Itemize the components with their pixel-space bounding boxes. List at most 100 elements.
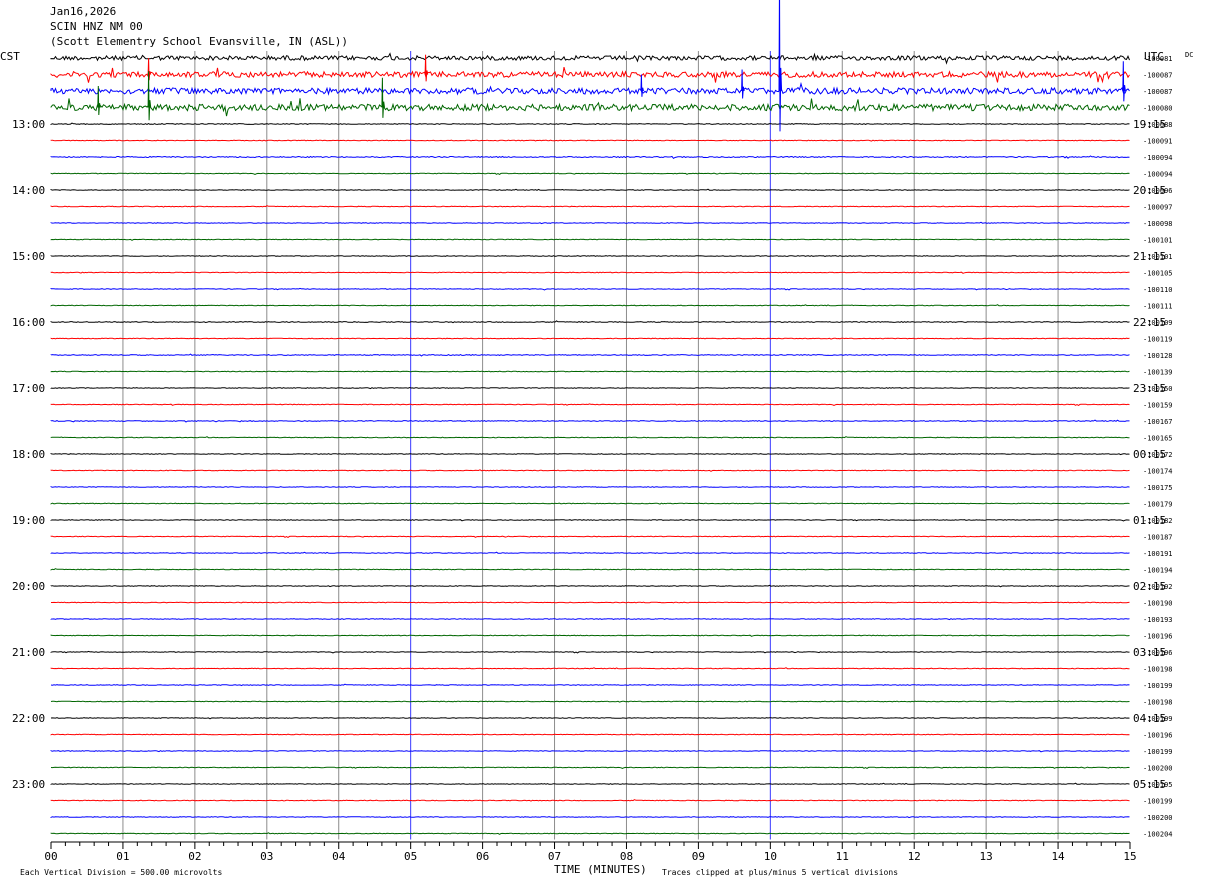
dc-offset-label: -100204 [1143, 831, 1173, 839]
left-hour-label: 23:00 [12, 778, 45, 791]
seismic-trace [50, 353, 1130, 357]
seismic-trace [50, 584, 1130, 588]
seismic-trace [50, 832, 1130, 835]
right-hour-label: 04:15 [1133, 712, 1166, 725]
x-tick-label: 03 [260, 850, 273, 863]
dc-offset-label: -100174 [1143, 468, 1173, 476]
left-hour-label: 19:00 [12, 514, 45, 527]
dc-offset-label: -100119 [1143, 336, 1173, 344]
dc-offset-label: -100198 [1143, 666, 1173, 674]
right-hour-label: 00:15 [1133, 448, 1166, 461]
left-timezone-label: CST [0, 50, 20, 63]
seismic-trace [50, 683, 1130, 687]
seismic-trace [50, 568, 1130, 571]
seismic-trace [50, 403, 1130, 406]
x-tick-label: 02 [188, 850, 201, 863]
seismic-trace [50, 155, 1130, 160]
dc-offset-label: -100094 [1143, 171, 1173, 179]
dc-offset-label: -100199 [1143, 748, 1173, 756]
dc-offset-label: -100081 [1143, 55, 1173, 63]
x-tick-label: 11 [836, 850, 849, 863]
event-spike [640, 74, 644, 97]
scale-note: Each Vertical Division = 500.00 microvol… [20, 868, 222, 877]
helicorder-plot: CST UTC DC TIME (MINUTES) Each Vertical … [0, 0, 1193, 877]
left-hour-label: 16:00 [12, 316, 45, 329]
x-axis-title: TIME (MINUTES) [554, 863, 647, 876]
dc-offset-label: -100165 [1143, 435, 1173, 443]
dc-offset-label: -100105 [1143, 270, 1173, 278]
seismic-trace [50, 304, 1130, 307]
seismic-trace [50, 816, 1130, 819]
dc-offset-label: -100200 [1143, 765, 1173, 773]
seismic-trace [50, 205, 1130, 208]
seismic-trace [50, 799, 1130, 802]
x-tick-label: 06 [476, 850, 489, 863]
dc-offset-label: -100179 [1143, 501, 1173, 509]
seismic-trace [50, 370, 1130, 373]
dc-offset-label: -100094 [1143, 154, 1173, 162]
seismic-trace [50, 650, 1130, 654]
dc-offset-label: -100196 [1143, 633, 1173, 641]
seismic-trace [50, 717, 1130, 720]
x-tick-label: 07 [548, 850, 561, 863]
seismic-trace [50, 255, 1130, 258]
seismic-trace [50, 749, 1130, 753]
dc-offset-label: -100111 [1143, 303, 1173, 311]
right-hour-label: 20:15 [1133, 184, 1166, 197]
seismic-trace [50, 287, 1130, 291]
seismic-trace [50, 271, 1130, 274]
seismic-trace [50, 139, 1130, 142]
time-axis: 00 01 02 03 04 05 06 07 08 09 10 11 12 13 14 15 [44, 841, 1137, 863]
event-spike [381, 77, 385, 118]
right-hour-label: 03:15 [1133, 646, 1166, 659]
left-hour-label: 13:00 [12, 118, 45, 131]
right-hour-label: 21:15 [1133, 250, 1166, 263]
right-hour-label: 02:15 [1133, 580, 1166, 593]
left-hour-label: 20:00 [12, 580, 45, 593]
seismic-trace [50, 436, 1130, 439]
left-hour-label: 14:00 [12, 184, 45, 197]
seismic-trace [50, 386, 1130, 390]
dc-offset-label: -100110 [1143, 286, 1173, 294]
dc-offset-label: -100193 [1143, 616, 1173, 624]
dc-offset-label: -100091 [1143, 138, 1173, 146]
seismic-trace [50, 634, 1130, 637]
left-hour-label: 21:00 [12, 646, 45, 659]
x-tick-label: 09 [692, 850, 705, 863]
seismic-trace [50, 486, 1130, 488]
seismic-trace [50, 502, 1130, 505]
seismic-trace [50, 766, 1130, 769]
x-tick-label: 01 [116, 850, 129, 863]
x-tick-label: 04 [332, 850, 346, 863]
seismic-trace [50, 337, 1130, 340]
seismic-trace [50, 98, 1130, 117]
seismic-trace [50, 700, 1130, 703]
left-hour-label: 22:00 [12, 712, 45, 725]
seismic-trace [50, 188, 1130, 191]
right-hour-label: 22:15 [1133, 316, 1166, 329]
seismic-trace [50, 221, 1130, 225]
dc-offset-label: -100097 [1143, 204, 1173, 212]
dc-offset-label: -100199 [1143, 798, 1173, 806]
dc-offset-label: -100128 [1143, 352, 1173, 360]
left-hour-label: 15:00 [12, 250, 45, 263]
clip-note: Traces clipped at plus/minus 5 vertical … [662, 868, 898, 877]
right-hour-label: 23:15 [1133, 382, 1166, 395]
seismic-trace [51, 601, 1130, 604]
seismic-trace [50, 782, 1130, 785]
x-tick-label: 14 [1051, 850, 1065, 863]
x-tick-label: 15 [1123, 850, 1136, 863]
dc-offset-label: -100098 [1143, 220, 1173, 228]
seismic-trace [50, 518, 1130, 522]
seismic-trace [50, 81, 1130, 96]
event-spike [778, 0, 783, 132]
seismic-trace [50, 172, 1130, 175]
seismic-trace [50, 551, 1130, 555]
seismic-trace [50, 617, 1130, 621]
dc-offset-label: -100196 [1143, 732, 1173, 740]
seismic-trace [50, 122, 1130, 125]
seismic-trace [50, 469, 1130, 472]
seismic-traces [50, 0, 1130, 835]
dc-offset-label: -100159 [1143, 402, 1173, 410]
right-hour-label: 19:15 [1133, 118, 1166, 131]
